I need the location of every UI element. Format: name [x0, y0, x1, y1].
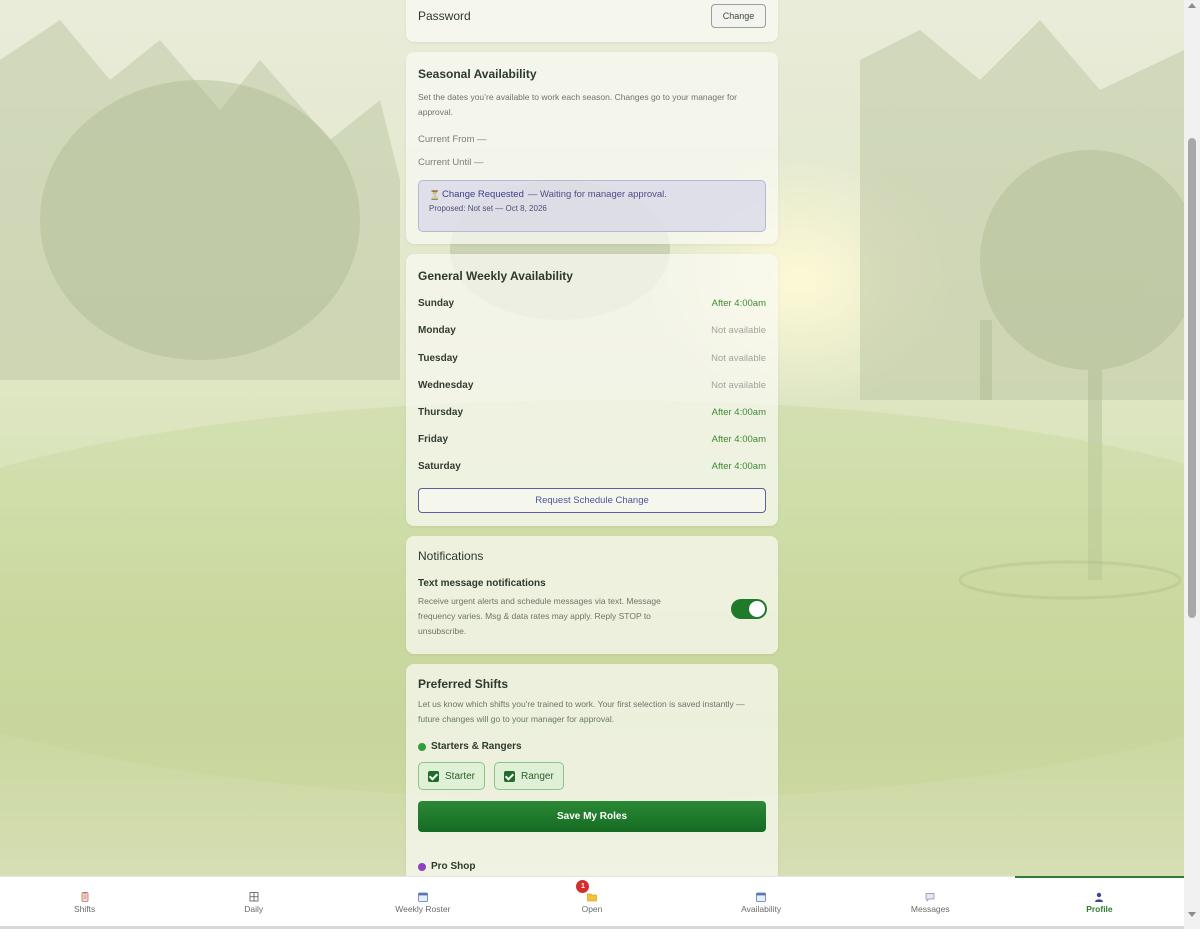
scrollbar-thumb[interactable]: [1188, 138, 1196, 618]
hourglass-icon: ⏳: [429, 189, 441, 200]
group-color-dot: [418, 742, 426, 751]
clipboard-icon: [79, 889, 91, 902]
group-starters-rangers: Starters & Rangers: [418, 741, 522, 752]
day-availability: After 4:00am: [711, 406, 766, 418]
nav-availability[interactable]: Availability: [677, 877, 846, 926]
current-until-value: —: [473, 157, 484, 168]
day-name: Tuesday: [418, 352, 458, 364]
nav-label: Shifts: [73, 904, 96, 914]
nav-profile[interactable]: Profile: [1014, 876, 1185, 926]
nav-label: Open: [581, 904, 603, 914]
seasonal-availability-card: Seasonal Availability Set the dates you’…: [406, 52, 778, 244]
role-name: Starter: [445, 770, 476, 782]
sms-description: Receive urgent alerts and schedule messa…: [418, 596, 661, 636]
role-chip-ranger[interactable]: Ranger: [494, 762, 564, 790]
group-color-dot: [418, 862, 426, 871]
nav-shifts[interactable]: Shifts: [0, 877, 169, 926]
current-from-row: Current From —: [418, 134, 487, 145]
preferred-shifts-title: Preferred Shifts: [418, 677, 509, 691]
nav-messages[interactable]: Messages: [846, 877, 1015, 926]
calendar-icon: [755, 889, 767, 902]
day-name: Sunday: [418, 297, 455, 309]
day-row-monday: Monday Not available: [418, 320, 766, 340]
nav-label: Availability: [741, 904, 782, 914]
day-availability: After 4:00am: [711, 433, 766, 445]
nav-daily[interactable]: Daily: [169, 877, 338, 926]
change-password-button[interactable]: Change: [711, 4, 766, 28]
group-name: Starters & Rangers: [431, 741, 522, 752]
checkbox-checked-icon: [504, 770, 515, 782]
day-row-saturday: Saturday After 4:00am: [418, 456, 766, 476]
day-availability: Not available: [711, 324, 766, 336]
current-until-label: Current Until: [418, 157, 472, 168]
sms-label: Text message notifications: [418, 578, 546, 589]
scroll-down-arrow-icon[interactable]: [1188, 912, 1196, 917]
toggle-knob: [749, 601, 765, 617]
page-scroll-area[interactable]: Password Change Seasonal Availability Se…: [0, 0, 1184, 876]
pending-status: Change Requested: [442, 189, 524, 200]
day-availability: Not available: [711, 352, 766, 364]
group-name: Pro Shop: [431, 861, 476, 872]
bottom-navigation: Shifts Daily Weekly Roster Open 1 Availa…: [0, 876, 1185, 926]
seasonal-title: Seasonal Availability: [418, 67, 537, 81]
nav-label: Messages: [910, 904, 950, 914]
day-row-wednesday: Wednesday Not available: [418, 375, 766, 395]
day-name: Friday: [418, 433, 449, 445]
password-label: Password: [418, 9, 471, 23]
weekly-title: General Weekly Availability: [418, 269, 573, 283]
request-schedule-change-button[interactable]: Request Schedule Change: [418, 488, 766, 513]
nav-label: Weekly Roster: [395, 904, 451, 914]
day-name: Thursday: [418, 406, 464, 418]
current-from-label: Current From: [418, 134, 475, 145]
day-name: Saturday: [418, 460, 461, 472]
pending-change-notice: ⏳ Change Requested — Waiting for manager…: [418, 180, 766, 232]
day-row-sunday: Sunday After 4:00am: [418, 293, 766, 313]
day-row-thursday: Thursday After 4:00am: [418, 402, 766, 422]
chat-icon: [924, 889, 936, 902]
day-row-tuesday: Tuesday Not available: [418, 348, 766, 368]
nav-weekly-roster[interactable]: Weekly Roster: [338, 877, 507, 926]
password-card: Password Change: [406, 0, 778, 42]
current-until-row: Current Until —: [418, 157, 483, 168]
vertical-scrollbar[interactable]: [1184, 0, 1200, 929]
notifications-title: Notifications: [418, 549, 484, 563]
current-from-value: —: [477, 134, 487, 145]
scroll-up-arrow-icon[interactable]: [1188, 3, 1196, 8]
save-my-roles-button[interactable]: Save My Roles: [418, 801, 766, 832]
day-availability: Not available: [711, 379, 766, 391]
user-icon: [1093, 889, 1105, 902]
nav-label: Daily: [244, 904, 264, 914]
day-name: Wednesday: [418, 379, 474, 391]
nav-label: Profile: [1086, 904, 1113, 914]
seasonal-description: Set the dates you’re available to work e…: [418, 92, 737, 117]
notifications-card: Notifications Text message notifications…: [406, 536, 778, 654]
role-chip-starter[interactable]: Starter: [418, 762, 486, 790]
role-name: Ranger: [521, 770, 554, 782]
pending-message: — Waiting for manager approval.: [527, 189, 667, 200]
day-name: Monday: [418, 324, 456, 336]
checkbox-checked-icon: [428, 770, 439, 782]
day-availability: After 4:00am: [711, 460, 766, 472]
nav-open[interactable]: Open 1: [507, 877, 676, 926]
folder-icon: [586, 889, 598, 902]
preferred-shifts-card: Preferred Shifts Let us know which shift…: [406, 664, 778, 876]
day-row-friday: Friday After 4:00am: [418, 429, 766, 449]
day-availability: After 4:00am: [711, 297, 766, 309]
sms-toggle[interactable]: [731, 599, 767, 619]
grid-icon: [248, 889, 260, 902]
calendar-icon: [417, 889, 429, 902]
pending-proposed: Proposed: Not set — Oct 8, 2026: [429, 204, 547, 213]
group-pro-shop: Pro Shop: [418, 861, 475, 872]
preferred-shifts-description: Let us know which shifts you're trained …: [418, 699, 745, 724]
weekly-availability-card: General Weekly Availability Sunday After…: [406, 254, 778, 526]
